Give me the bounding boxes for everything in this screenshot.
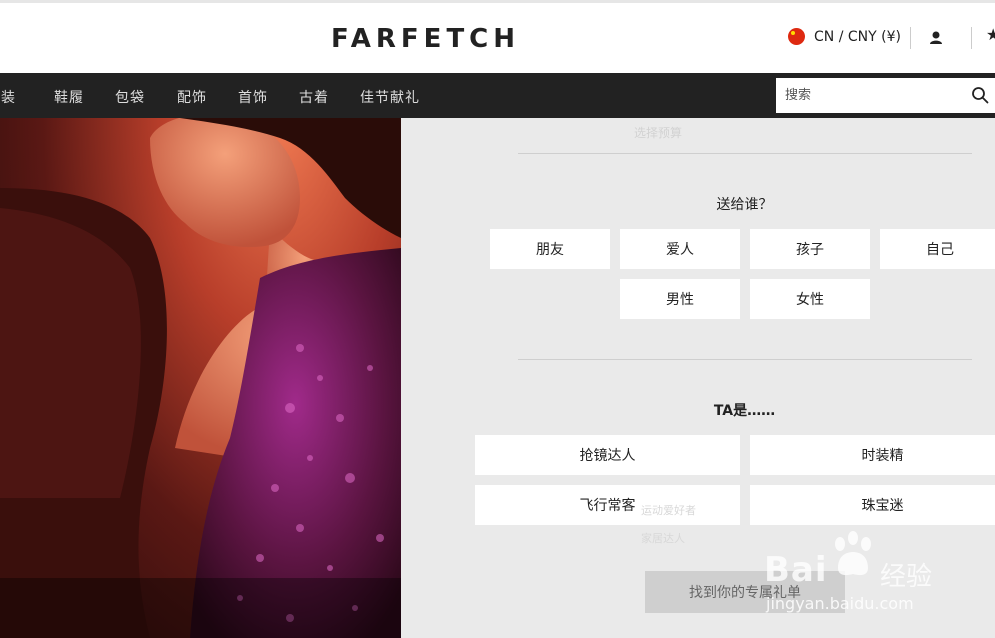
nav-item-shoes[interactable]: 鞋履 [54, 87, 84, 107]
nav-item-bags[interactable]: 包袋 [115, 87, 145, 107]
watermark-url: jingyan.baidu.com [766, 594, 914, 613]
site-header: FARFETCH CN / CNY (¥) ★ [0, 3, 995, 73]
main-nav: 服装 鞋履 包袋 配饰 首饰 古着 佳节献礼 [0, 73, 995, 118]
china-flag-icon [788, 28, 805, 45]
budget-label: 选择预算 [634, 126, 683, 140]
divider [518, 359, 972, 360]
baidu-watermark: Bai 经验 jingyan.baidu.com [764, 528, 964, 618]
option-jewelry-lover[interactable]: 珠宝迷 [750, 485, 995, 525]
star-icon[interactable]: ★ [986, 25, 995, 44]
option-partner[interactable]: 爱人 [620, 229, 740, 269]
search-input[interactable] [776, 79, 956, 112]
search-icon[interactable] [971, 86, 989, 104]
nav-item-holiday-gifts[interactable]: 佳节献礼 [360, 87, 420, 107]
farfetch-page: FARFETCH CN / CNY (¥) ★ 服装 鞋履 包袋 配饰 首饰 古… [0, 0, 995, 638]
ghost-option: 家居达人 [641, 532, 685, 545]
search-box [776, 78, 995, 113]
option-frequent-flyer[interactable]: 飞行常客 [475, 485, 740, 525]
watermark-brand: Bai [764, 550, 828, 590]
option-trendsetter[interactable]: 抢镜达人 [475, 435, 740, 475]
watermark-brand-cn: 经验 [880, 562, 933, 592]
option-female[interactable]: 女性 [750, 279, 870, 319]
nav-item-jewelry[interactable]: 首饰 [238, 87, 268, 107]
user-icon[interactable] [927, 29, 945, 47]
header-separator [971, 27, 972, 49]
hero-image [0, 118, 401, 638]
option-child[interactable]: 孩子 [750, 229, 870, 269]
region-selector[interactable]: CN / CNY (¥) [788, 28, 901, 45]
option-male[interactable]: 男性 [620, 279, 740, 319]
nav-item-vintage[interactable]: 古着 [299, 87, 329, 107]
option-self[interactable]: 自己 [880, 229, 995, 269]
ghost-option: 运动爱好者 [641, 504, 696, 517]
header-separator [910, 27, 911, 49]
farfetch-logo[interactable]: FARFETCH [331, 24, 520, 54]
hero-photo [0, 118, 401, 638]
option-friend[interactable]: 朋友 [490, 229, 610, 269]
recipient-question: 送给谁？ [716, 197, 773, 213]
nav-item-clothing[interactable]: 服装 [0, 87, 16, 107]
region-label: CN / CNY (¥) [814, 28, 901, 45]
nav-item-accessories[interactable]: 配饰 [177, 87, 207, 107]
divider [518, 153, 972, 154]
paw-icon [835, 531, 871, 576]
persona-question: TA是…… [713, 403, 776, 419]
option-fashionista[interactable]: 时装精 [750, 435, 995, 475]
